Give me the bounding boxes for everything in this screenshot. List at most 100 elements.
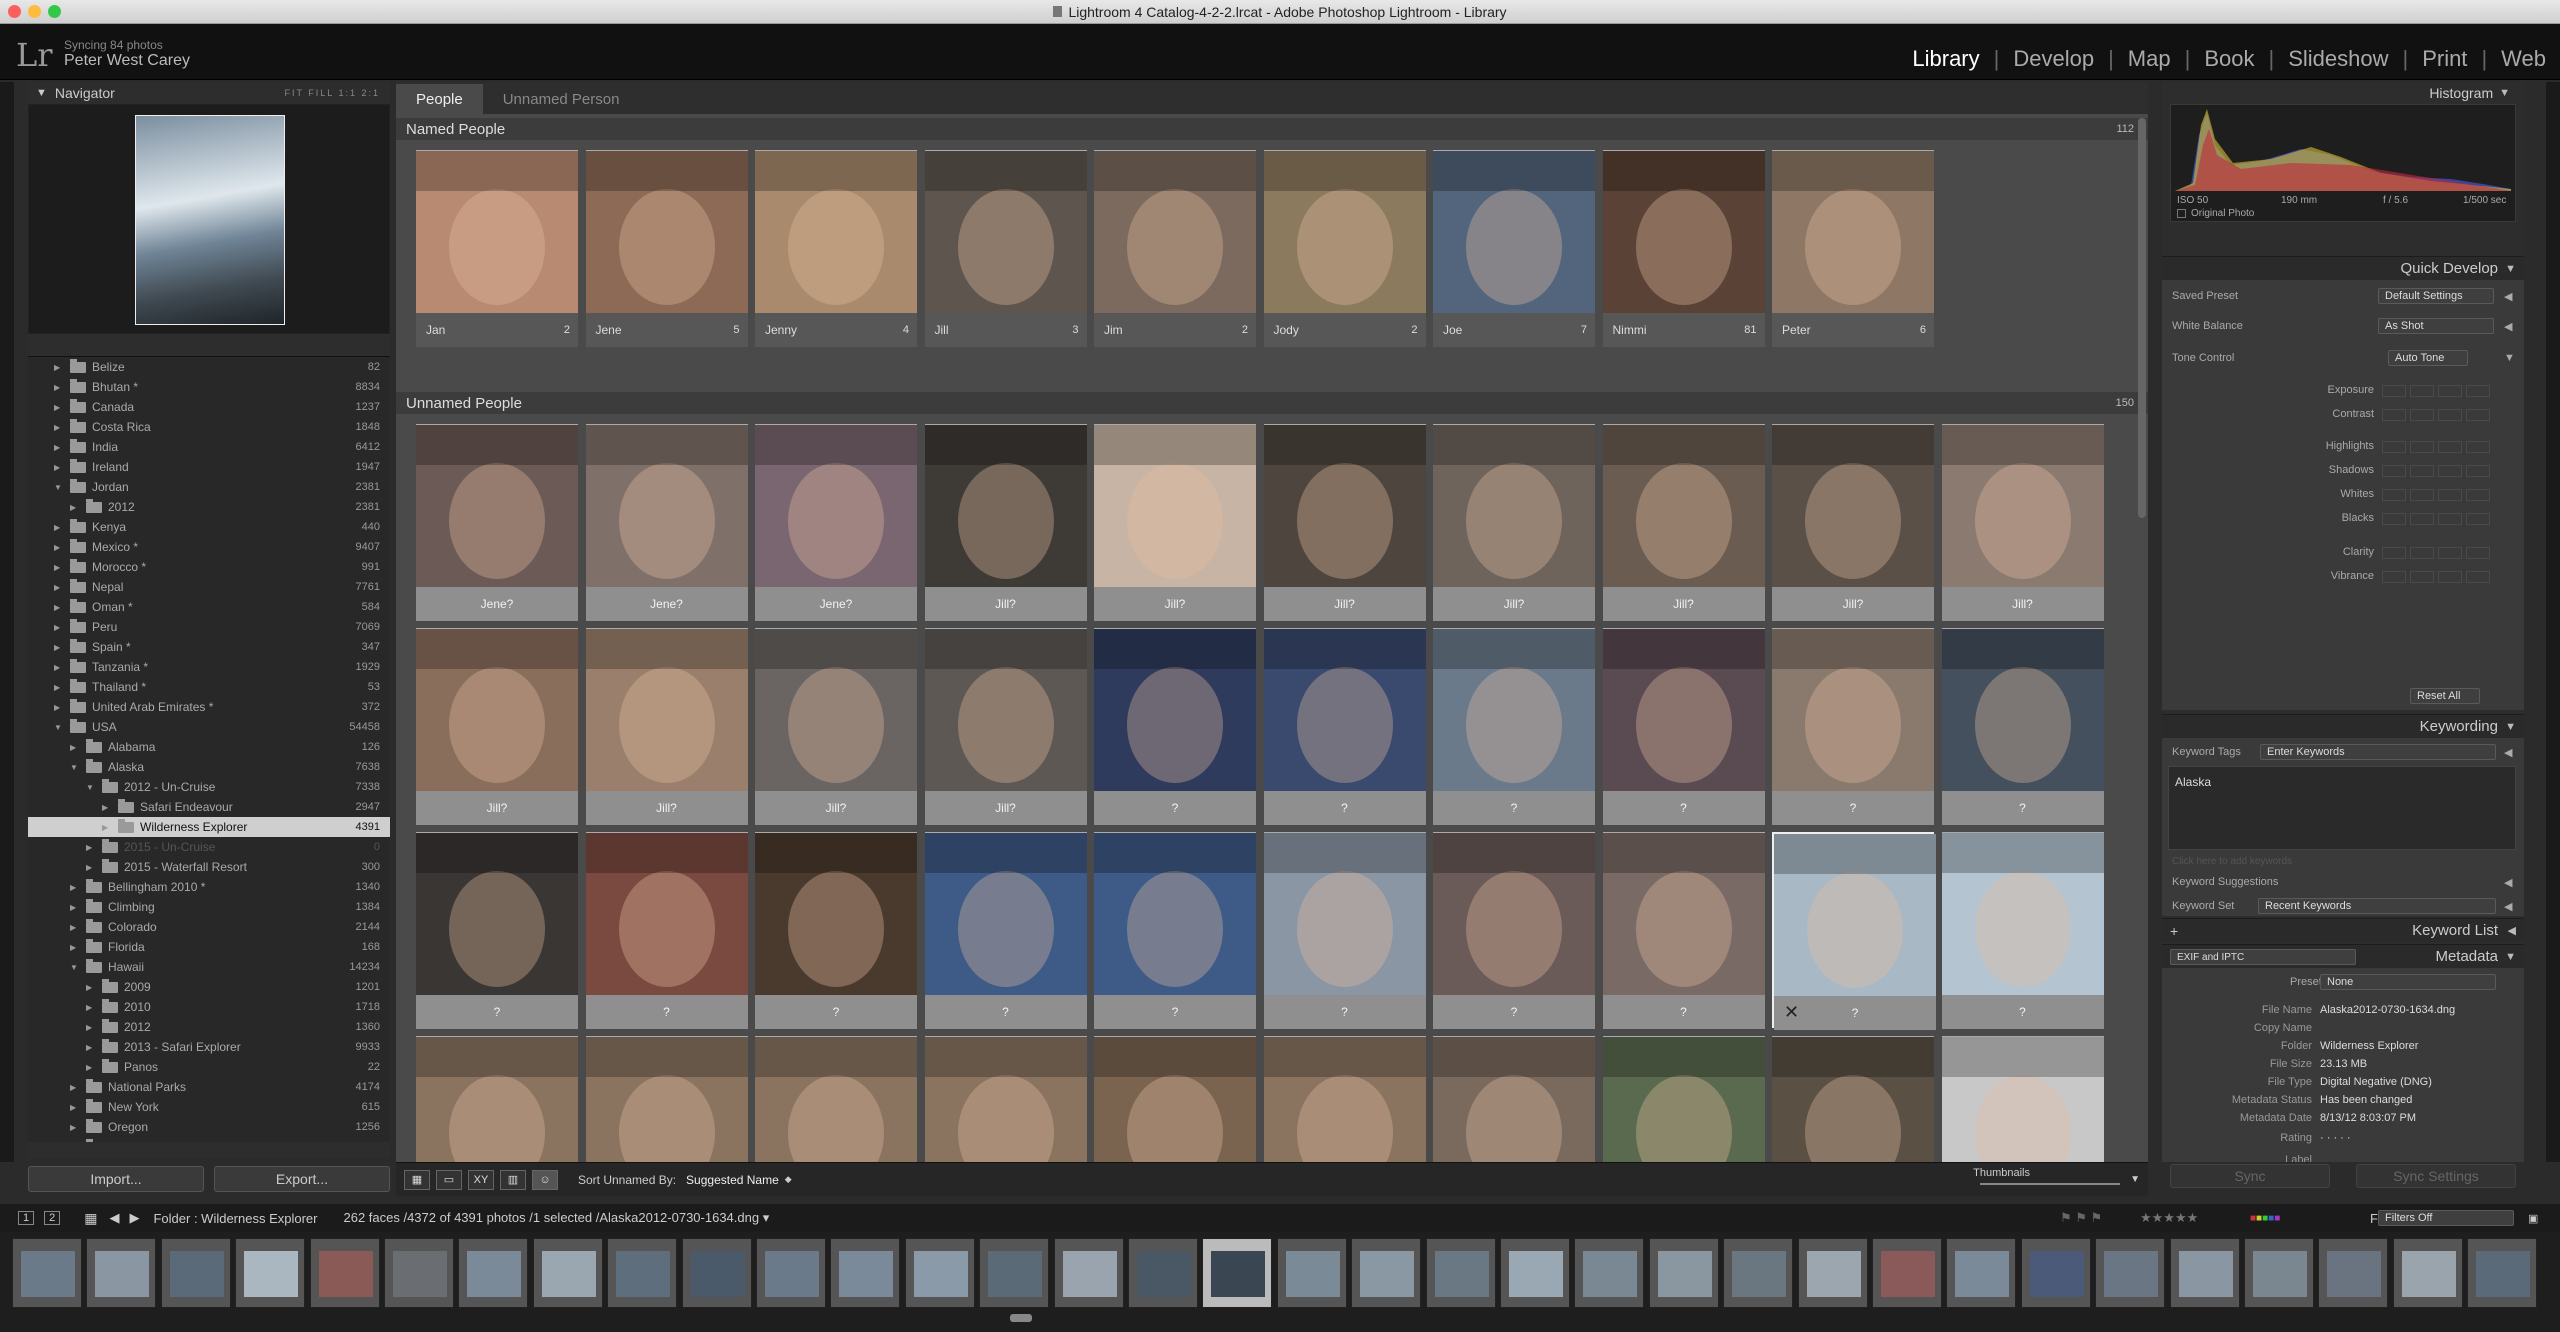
- keyword-list-header[interactable]: + Keyword List ◀: [2162, 918, 2524, 942]
- minimize-window-button[interactable]: [28, 5, 41, 18]
- folder-collapsed-triangle-icon[interactable]: ▶: [86, 1063, 96, 1072]
- folder-row[interactable]: ▶ 2015 - Waterfall Resort 300: [28, 857, 390, 877]
- unnamed-face-card[interactable]: Jene?: [755, 424, 917, 621]
- suggested-name[interactable]: ?: [1511, 1005, 1518, 1019]
- suggested-name[interactable]: Jill?: [1504, 597, 1525, 611]
- sync-settings-button[interactable]: Sync Settings: [2356, 1164, 2516, 1188]
- folder-row[interactable]: ▶ Nepal 7761: [28, 577, 390, 597]
- forward-arrow-icon[interactable]: ▶: [129, 1210, 139, 1226]
- face-thumbnail[interactable]: [1941, 833, 2104, 995]
- unnamed-face-card[interactable]: ?: [416, 832, 578, 1029]
- folder-expanded-triangle-icon[interactable]: ▼: [70, 963, 80, 972]
- folder-row[interactable]: ▼ Hawaii 14234: [28, 957, 390, 977]
- folder-row[interactable]: ▶ Belize 82: [28, 357, 390, 377]
- quick-develop-header[interactable]: Quick Develop ▼: [2162, 256, 2524, 280]
- suggested-name[interactable]: Jill?: [1334, 597, 1355, 611]
- folder-row[interactable]: ▶ 2015 - Un-Cruise 0: [28, 837, 390, 857]
- step-button[interactable]: [2438, 489, 2462, 501]
- face-thumbnail[interactable]: [755, 629, 917, 791]
- face-thumbnail[interactable]: [1433, 1037, 1595, 1162]
- module-print[interactable]: Print: [2420, 46, 2469, 72]
- folder-row[interactable]: ▶ National Parks 4174: [28, 1077, 390, 1097]
- folder-row[interactable]: ▼ Alaska 7638: [28, 757, 390, 777]
- face-thumbnail[interactable]: [1263, 1037, 1426, 1162]
- filmstrip-photo[interactable]: [2253, 1251, 2307, 1297]
- navigator-header[interactable]: ▼ Navigator FIT FILL 1:1 2:1: [28, 82, 390, 104]
- filmstrip-photo[interactable]: [913, 1251, 968, 1297]
- filmstrip-photo[interactable]: [1955, 1251, 2010, 1297]
- tab-unnamed-person[interactable]: Unnamed Person: [483, 84, 640, 114]
- folder-collapsed-triangle-icon[interactable]: ▶: [86, 843, 96, 852]
- suggested-name[interactable]: ?: [1852, 1006, 1859, 1020]
- folder-row[interactable]: ▶ 2012 2381: [28, 497, 390, 517]
- folder-row[interactable]: ▶ Kenya 440: [28, 517, 390, 537]
- folder-collapsed-triangle-icon[interactable]: ▶: [70, 883, 80, 892]
- stepper-shadows[interactable]: [2382, 465, 2490, 477]
- unnamed-face-card[interactable]: ?: [1263, 832, 1426, 1029]
- suggested-name[interactable]: ?: [1341, 801, 1348, 815]
- filmstrip-thumbnail[interactable]: [160, 1238, 231, 1308]
- filmstrip-photo[interactable]: [393, 1251, 447, 1297]
- suggested-name[interactable]: ?: [1341, 1005, 1348, 1019]
- stepper-contrast[interactable]: [2382, 409, 2490, 421]
- expand-triangle-icon[interactable]: ◀: [2508, 924, 2516, 937]
- secondary-window-button[interactable]: 2: [44, 1211, 61, 1225]
- step-button[interactable]: [2382, 441, 2406, 453]
- face-thumbnail[interactable]: [1602, 151, 1765, 313]
- expand-triangle-icon[interactable]: ◀: [2504, 290, 2512, 303]
- face-thumbnail[interactable]: [1094, 833, 1256, 995]
- filmstrip-photo[interactable]: [467, 1251, 522, 1297]
- person-name[interactable]: Jim: [1104, 323, 1123, 337]
- face-thumbnail[interactable]: [1602, 425, 1765, 587]
- unnamed-face-card[interactable]: [1094, 1036, 1256, 1162]
- filmstrip-thumbnail[interactable]: [830, 1238, 901, 1308]
- unnamed-face-card[interactable]: ?: [924, 832, 1087, 1029]
- histogram-header[interactable]: Histogram ▼: [2162, 82, 2524, 104]
- unnamed-face-card[interactable]: Jill?: [1941, 424, 2104, 621]
- face-thumbnail[interactable]: [1263, 151, 1426, 313]
- collapse-triangle-icon[interactable]: ▼: [2505, 263, 2516, 275]
- suggested-name[interactable]: ?: [1172, 1005, 1179, 1019]
- folder-row[interactable]: ▶ Colorado 2144: [28, 917, 390, 937]
- face-thumbnail[interactable]: [924, 425, 1087, 587]
- filter-lock-icon[interactable]: ▣: [2528, 1212, 2538, 1225]
- face-thumbnail[interactable]: [1433, 629, 1595, 791]
- face-thumbnail[interactable]: [1941, 629, 2104, 791]
- metadata-value[interactable]: Digital Negative (DNG): [2320, 1076, 2432, 1088]
- face-thumbnail[interactable]: [1772, 629, 1934, 791]
- folder-collapsed-triangle-icon[interactable]: ▶: [54, 603, 64, 612]
- filmstrip-photo[interactable]: [1732, 1251, 1787, 1297]
- filmstrip-photo[interactable]: [2476, 1251, 2531, 1297]
- folder-row[interactable]: ▶ Peru 7069: [28, 617, 390, 637]
- unnamed-face-card[interactable]: ?: [1094, 628, 1256, 825]
- filmstrip-photo[interactable]: [1806, 1251, 1861, 1297]
- folder-row[interactable]: ▶ Alabama 126: [28, 737, 390, 757]
- suggested-name[interactable]: Jill?: [487, 801, 508, 815]
- step-button[interactable]: [2438, 385, 2462, 397]
- step-button[interactable]: [2438, 465, 2462, 477]
- filmstrip-thumbnail[interactable]: [2095, 1238, 2166, 1308]
- module-book[interactable]: Book: [2202, 46, 2256, 72]
- suggested-name[interactable]: ?: [2019, 801, 2026, 815]
- suggested-name[interactable]: Jill?: [1843, 597, 1864, 611]
- filmstrip-thumbnail[interactable]: [2244, 1238, 2314, 1308]
- folder-collapsed-triangle-icon[interactable]: ▶: [54, 403, 64, 412]
- face-thumbnail[interactable]: [755, 833, 917, 995]
- folder-row[interactable]: ▶ Bellingham 2010 * 1340: [28, 877, 390, 897]
- saved-preset-select[interactable]: Default Settings: [2378, 288, 2494, 304]
- filmstrip-thumbnail[interactable]: [1648, 1238, 1719, 1308]
- unnamed-face-card[interactable]: Jill?: [1263, 424, 1426, 621]
- flag-filter-icons[interactable]: ⚑ ⚑ ⚑: [2060, 1210, 2102, 1226]
- auto-tone-button[interactable]: Auto Tone: [2388, 350, 2468, 366]
- filmstrip-thumbnail[interactable]: [607, 1238, 678, 1308]
- named-person-card[interactable]: Jan 2: [416, 150, 578, 347]
- filmstrip-thumbnail[interactable]: [532, 1238, 603, 1308]
- suggested-name[interactable]: ?: [1511, 801, 1518, 815]
- face-thumbnail[interactable]: [1774, 834, 1936, 996]
- folder-collapsed-triangle-icon[interactable]: ▶: [86, 1043, 96, 1052]
- metadata-value[interactable]: 8/13/12 8:03:07 PM: [2320, 1112, 2416, 1124]
- filmstrip-photo[interactable]: [690, 1251, 745, 1297]
- unnamed-face-card[interactable]: [1602, 1036, 1765, 1162]
- step-button[interactable]: [2382, 385, 2406, 397]
- filmstrip-photo[interactable]: [95, 1251, 150, 1297]
